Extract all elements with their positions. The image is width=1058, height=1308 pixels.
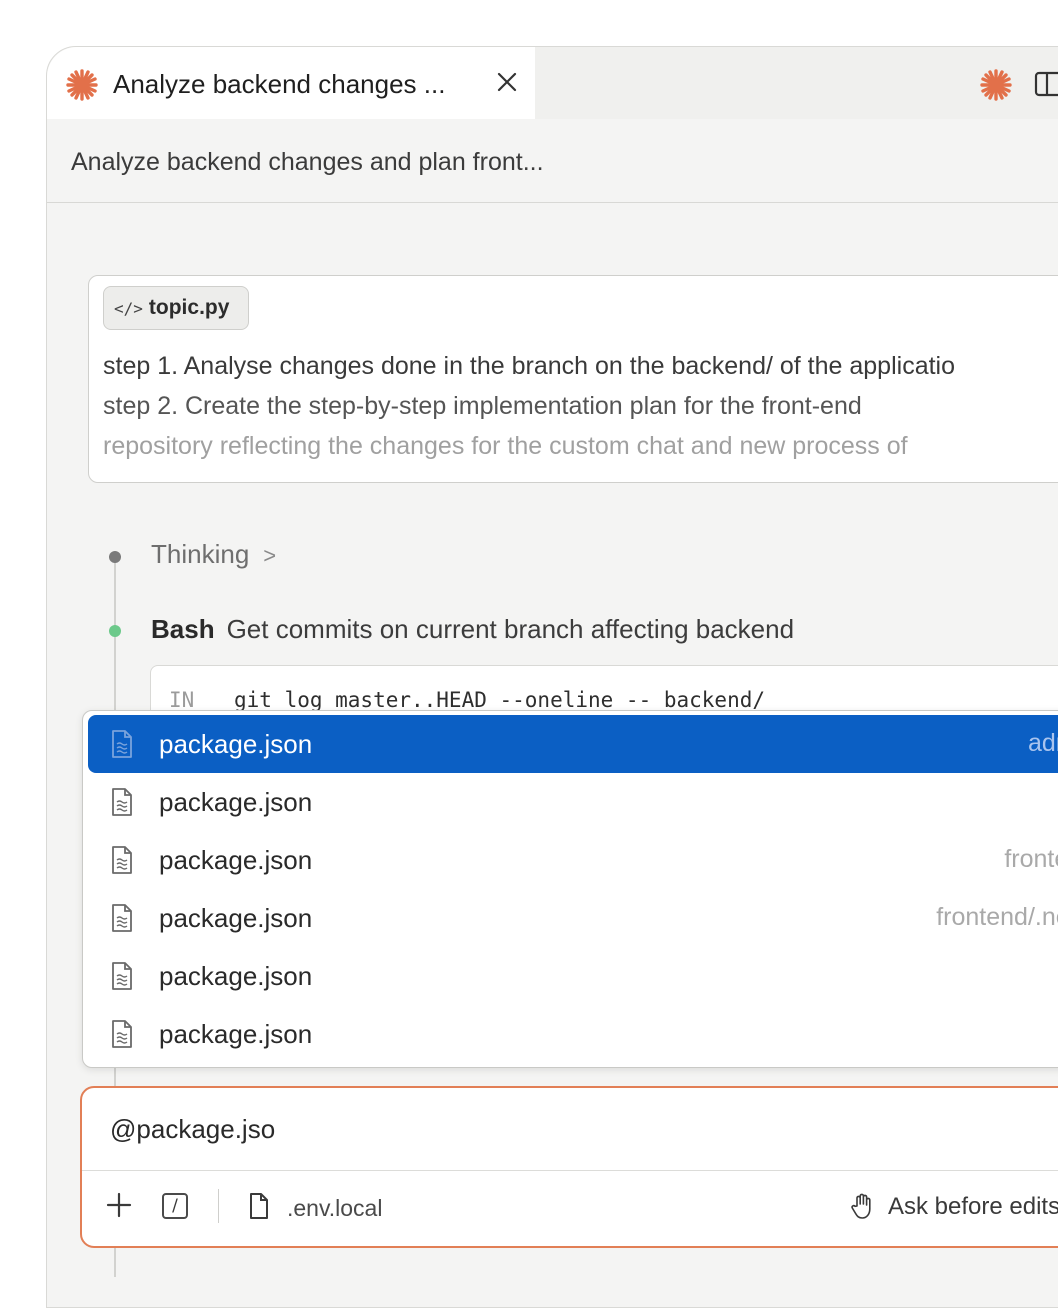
tab-title: Analyze backend changes ...	[113, 69, 446, 99]
file-icon	[112, 788, 132, 816]
file-suggestion-item[interactable]: package.json frontend/	[88, 831, 1058, 889]
context-file-label[interactable]: .env.local	[287, 1195, 382, 1222]
file-icon	[112, 904, 132, 932]
file-icon	[112, 730, 132, 758]
file-name: package.json	[159, 903, 313, 933]
tab-active[interactable]: Analyze backend changes ...	[47, 47, 535, 119]
file-name: package.json	[159, 729, 313, 759]
slash-command-button[interactable]: /	[162, 1193, 188, 1219]
file-suggestion-item[interactable]: package.json fron	[88, 947, 1058, 1005]
attachment-label: topic.py	[148, 296, 230, 319]
tab-bar: Analyze backend changes ...	[47, 47, 1058, 119]
user-message-card[interactable]: </> topic.py step 1. Analyse changes don…	[88, 275, 1058, 483]
file-name: package.json	[159, 787, 313, 817]
code-prefix: IN	[169, 688, 195, 712]
document-icon	[250, 1193, 268, 1219]
code-file-icon: </>	[114, 298, 143, 318]
file-path: frontend/.next/t	[936, 903, 1058, 931]
file-name: package.json	[159, 1019, 313, 1049]
thinking-status-dot	[109, 551, 121, 563]
file-name: package.json	[159, 845, 313, 875]
close-icon[interactable]	[491, 66, 523, 98]
header-divider	[47, 202, 1058, 203]
file-icon	[112, 962, 132, 990]
file-suggestion-item[interactable]: package.json admin/	[88, 715, 1058, 773]
claude-spark-icon[interactable]	[979, 68, 1013, 102]
attachment-chip[interactable]: </> topic.py	[103, 286, 249, 330]
conversation-title[interactable]: Analyze backend changes and plan front..…	[71, 148, 544, 177]
bash-step[interactable]: Bash Get commits on current branch affect…	[151, 614, 794, 645]
thinking-label: Thinking	[151, 539, 250, 569]
input-toolbar-divider	[82, 1170, 1058, 1171]
file-icon	[112, 1020, 132, 1048]
message-line: step 1. Analyse changes done in the bran…	[103, 352, 956, 380]
file-path: admin/	[1027, 729, 1058, 757]
chevron-right-icon: >	[263, 543, 277, 568]
file-mention-dropdown: package.json admin/ package.json a packa…	[82, 710, 1058, 1068]
prompt-input-box[interactable]: @package.jso / .env.local Ask before edi…	[80, 1086, 1058, 1248]
message-line: repository reflecting the changes for th…	[103, 432, 908, 460]
file-name: package.json	[159, 961, 313, 991]
edit-mode-button[interactable]: Ask before edits	[888, 1193, 1058, 1221]
file-suggestion-item[interactable]: package.json sc	[88, 1005, 1058, 1063]
plus-icon[interactable]	[104, 1190, 134, 1220]
file-suggestion-item[interactable]: package.json frontend/.next/t	[88, 889, 1058, 947]
code-command: git log master..HEAD --oneline -- backen…	[234, 688, 766, 712]
split-panel-icon[interactable]	[1034, 71, 1058, 97]
bash-description: Get commits on current branch affecting …	[226, 614, 795, 644]
file-suggestion-item[interactable]: package.json a	[88, 773, 1058, 831]
message-line: step 2. Create the step-by-step implemen…	[103, 392, 862, 420]
bash-status-dot	[109, 625, 121, 637]
hand-icon	[851, 1193, 871, 1219]
claude-spark-icon	[66, 69, 98, 101]
thinking-toggle[interactable]: Thinking >	[151, 539, 276, 570]
bash-tool-name: Bash	[151, 614, 215, 644]
file-icon	[112, 846, 132, 874]
toolbar-divider	[218, 1189, 219, 1223]
prompt-input[interactable]: @package.jso	[110, 1114, 275, 1145]
claude-panel: Analyze backend changes ... Analyze back…	[46, 46, 1058, 1308]
file-path: frontend/	[1004, 845, 1058, 873]
